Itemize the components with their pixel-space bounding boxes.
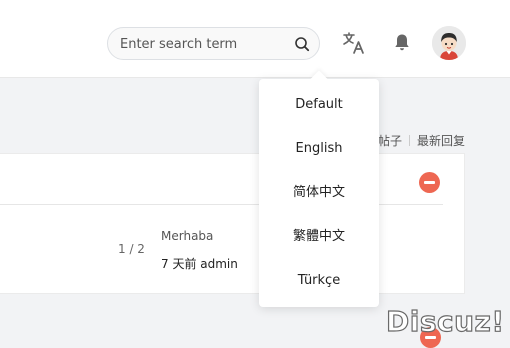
- discuz-logo: Discuz!: [385, 304, 505, 338]
- thread-sort-bar: 帖子 最新回复: [378, 132, 465, 149]
- language-option-default[interactable]: Default: [259, 90, 379, 120]
- translate-icon[interactable]: [342, 31, 366, 55]
- user-avatar[interactable]: [432, 26, 466, 60]
- language-option-simplified-chinese[interactable]: 简体中文: [259, 178, 379, 208]
- avatar-illustration: [432, 26, 466, 60]
- language-option-turkish[interactable]: Türkçe: [259, 266, 379, 296]
- search-icon[interactable]: [294, 36, 310, 52]
- sort-posts-link[interactable]: 帖子: [378, 132, 402, 149]
- search-box[interactable]: [107, 27, 320, 60]
- search-input[interactable]: [120, 35, 290, 53]
- last-post-meta[interactable]: 7 天前 admin: [161, 255, 238, 272]
- remove-button[interactable]: [419, 172, 440, 193]
- sort-latest-reply-link[interactable]: 最新回复: [417, 132, 465, 149]
- top-header: [0, 0, 510, 78]
- language-option-english[interactable]: English: [259, 134, 379, 164]
- language-option-traditional-chinese[interactable]: 繁體中文: [259, 222, 379, 252]
- thread-list-card: 1 / 2 Merhaba 7 天前 admin: [0, 153, 465, 294]
- thread-page-count[interactable]: 1 / 2: [118, 242, 145, 256]
- last-post-title[interactable]: Merhaba: [161, 229, 213, 243]
- sort-separator: [409, 135, 411, 146]
- bell-icon[interactable]: [392, 32, 412, 52]
- language-dropdown: Default English 简体中文 繁體中文 Türkçe: [259, 79, 379, 307]
